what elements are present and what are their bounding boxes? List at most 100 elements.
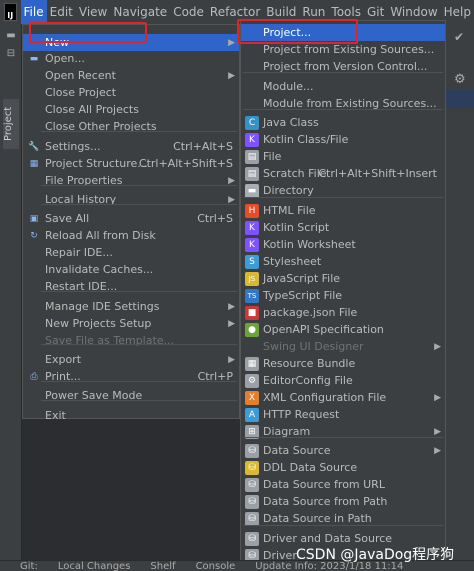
file-menu-item-repair-ide[interactable]: Repair IDE...	[23, 244, 239, 261]
menu-separator	[243, 109, 443, 110]
new-menu-item-javascript-file[interactable]: JS JavaScript File	[241, 270, 445, 287]
menubar-file[interactable]: File	[20, 0, 47, 24]
new-menu-item-xml-configuration-file[interactable]: X XML Configuration File ▶	[241, 389, 445, 406]
file-menu-item-manage-ide-settings[interactable]: Manage IDE Settings ▶	[23, 298, 239, 315]
menu-icon-spacer	[27, 174, 41, 188]
menu-separator	[41, 185, 237, 186]
folder-icon[interactable]: ▬	[4, 30, 18, 42]
file-menu-item-settings[interactable]: 🔧 Settings... Ctrl+Alt+S	[23, 138, 239, 155]
structure-icon[interactable]: ⊟	[4, 48, 18, 60]
menu-item-label: Kotlin Worksheet	[263, 238, 356, 251]
new-menu-item-kotlin-worksheet[interactable]: K Kotlin Worksheet	[241, 236, 445, 253]
directory-icon: ▬	[245, 183, 259, 198]
left-tool-strip: ▬ ⊟ Project	[0, 24, 22, 571]
new-menu-item-typescript-file[interactable]: TS TypeScript File	[241, 287, 445, 304]
menu-separator	[41, 131, 237, 132]
reload-icon: ↻	[30, 230, 38, 241]
menu-separator	[243, 72, 443, 73]
folder-icon: ▬	[29, 53, 39, 64]
new-menu-item-openapi-specification[interactable]: ● OpenAPI Specification	[241, 321, 445, 338]
chevron-right-icon: ▶	[228, 301, 235, 312]
new-menu-item-resource-bundle[interactable]: ▦ Resource Bundle	[241, 355, 445, 372]
new-menu-item-file[interactable]: ▤ File	[241, 148, 445, 165]
menu-item-label: Kotlin Class/File	[263, 133, 349, 146]
menu-icon-spacer	[27, 353, 41, 367]
menu-icon-spacer	[27, 120, 41, 134]
new-menu-item-kotlin-class-file[interactable]: K Kotlin Class/File	[241, 131, 445, 148]
status-item-console[interactable]: Console	[196, 561, 236, 571]
new-menu-item-module[interactable]: Module...	[241, 78, 445, 95]
file-menu-item-power-save-mode[interactable]: Power Save Mode	[23, 387, 239, 404]
kotlin-class-file-icon: K	[245, 132, 259, 147]
menubar-navigate[interactable]: Navigate	[110, 0, 170, 24]
data-source-icon: ⛁	[245, 443, 259, 458]
java-class-icon: C	[245, 115, 259, 130]
status-item-shelf[interactable]: Shelf	[150, 561, 175, 571]
file-menu-item-project-structure[interactable]: ▦ Project Structure... Ctrl+Alt+Shift+S	[23, 155, 239, 172]
chevron-right-icon: ▶	[228, 37, 235, 48]
file-menu-item-reload-all-from-disk[interactable]: ↻ Reload All from Disk	[23, 227, 239, 244]
menu-item-label: Save File as Template...	[45, 334, 175, 347]
save-icon: ▣	[29, 213, 39, 224]
chevron-right-icon: ▶	[228, 194, 235, 205]
new-menu-item-package-json-file[interactable]: ■ package.json File	[241, 304, 445, 321]
file-menu-item-invalidate-caches[interactable]: Invalidate Caches...	[23, 261, 239, 278]
status-item-local-changes[interactable]: Local Changes	[58, 561, 131, 571]
highlight-project-box	[237, 19, 358, 44]
menu-icon-spacer	[245, 43, 259, 57]
file-menu-item-exit[interactable]: Exit	[23, 407, 239, 424]
project-tool-tab[interactable]: Project	[3, 99, 19, 149]
status-item-git[interactable]: Git:	[20, 561, 38, 571]
new-menu-item-data-source-from-path[interactable]: ⛁ Data Source from Path	[241, 493, 445, 510]
file-menu-item-open[interactable]: ▬ Open...	[23, 50, 239, 67]
menubar-edit[interactable]: Edit	[47, 0, 76, 24]
new-menu-item-swing-ui-designer[interactable]: Swing UI Designer ▶	[241, 338, 445, 355]
menu-separator	[243, 197, 443, 198]
menu-icon-spacer	[27, 300, 41, 314]
typescript-file-icon: TS	[245, 288, 259, 303]
file-menu-item-close-all-projects[interactable]: Close All Projects	[23, 101, 239, 118]
new-menu-item-kotlin-script[interactable]: K Kotlin Script	[241, 219, 445, 236]
checkmark-icon[interactable]: ✔	[454, 30, 466, 44]
menu-item-label: DDL Data Source	[263, 461, 358, 474]
menu-item-label: Stylesheet	[263, 255, 322, 268]
new-menu-item-editorconfig-file[interactable]: ⚙ EditorConfig File	[241, 372, 445, 389]
new-menu-item-scratch-file[interactable]: ▤ Scratch File Ctrl+Alt+Shift+Insert	[241, 165, 445, 182]
new-menu-item-data-source-from-url[interactable]: ⛁ Data Source from URL	[241, 476, 445, 493]
chevron-right-icon: ▶	[434, 426, 441, 437]
file-menu-item-save-file-as-template[interactable]: Save File as Template...	[23, 332, 239, 349]
menu-item-label: Java Class	[263, 116, 319, 129]
menu-separator	[41, 291, 237, 292]
new-menu-item-ddl-data-source[interactable]: ⛁ DDL Data Source	[241, 459, 445, 476]
file-menu-item-restart-ide[interactable]: Restart IDE...	[23, 278, 239, 295]
menu-item-label: Data Source in Path	[263, 512, 372, 525]
file-menu-item-file-properties[interactable]: File Properties ▶	[23, 172, 239, 189]
menubar-view[interactable]: View	[76, 0, 110, 24]
new-menu-item-http-request[interactable]: A HTTP Request	[241, 406, 445, 423]
file-menu-item-close-project[interactable]: Close Project	[23, 84, 239, 101]
file-menu-item-print[interactable]: ⎙ Print... Ctrl+P	[23, 368, 239, 385]
file-menu-item-close-other-projects[interactable]: Close Other Projects	[23, 118, 239, 135]
file-menu-item-new-projects-setup[interactable]: New Projects Setup ▶	[23, 315, 239, 332]
menu-item-label: Open...	[45, 52, 85, 65]
file-menu-item-save-all[interactable]: ▣ Save All Ctrl+S	[23, 210, 239, 227]
file-menu-item-local-history[interactable]: Local History ▶	[23, 191, 239, 208]
menu-icon-spacer	[27, 246, 41, 260]
menu-icon-spacer	[27, 280, 41, 294]
new-menu-item-data-source[interactable]: ⛁ Data Source ▶	[241, 442, 445, 459]
new-menu-item-java-class[interactable]: C Java Class	[241, 114, 445, 131]
file-menu: New ▶ ▬ Open... Open Recent ▶ Close Project Clo…	[22, 24, 240, 422]
menu-item-label: File	[263, 150, 282, 163]
print-icon: ⎙	[30, 371, 38, 382]
menubar-code[interactable]: Code	[170, 0, 207, 24]
new-menu-item-html-file[interactable]: H HTML File	[241, 202, 445, 219]
menu-item-shortcut: Ctrl+Alt+Shift+Insert	[318, 167, 437, 180]
chevron-right-icon: ▶	[434, 445, 441, 456]
file-menu-item-open-recent[interactable]: Open Recent ▶	[23, 67, 239, 84]
gear-icon[interactable]: ⚙	[454, 72, 466, 87]
new-menu-item-stylesheet[interactable]: S Stylesheet	[241, 253, 445, 270]
file-menu-item-export[interactable]: Export ▶	[23, 351, 239, 368]
menu-item-label: Directory	[263, 184, 314, 197]
menu-icon-spacer	[27, 103, 41, 117]
menu-item-label: Data Source from URL	[263, 478, 385, 491]
